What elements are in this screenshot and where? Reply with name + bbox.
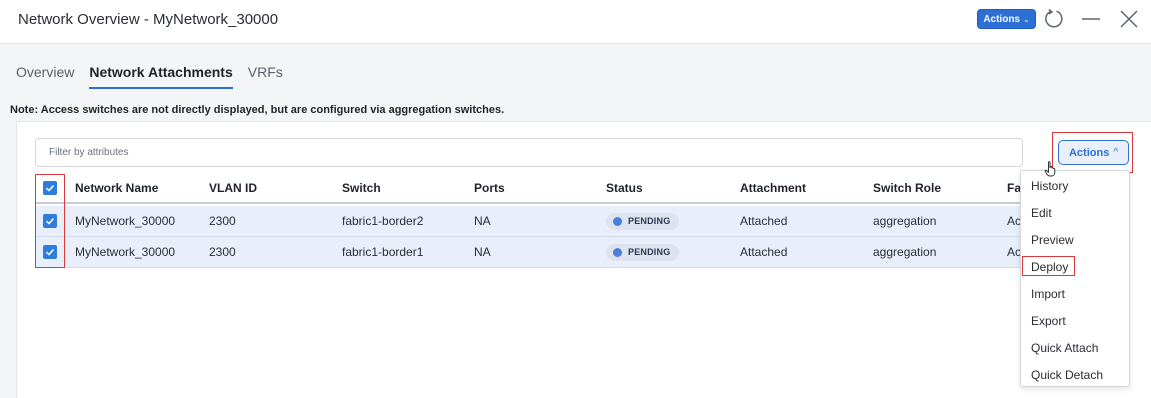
col-switch-role[interactable]: Switch Role [873,181,941,195]
status-dot-icon [613,216,622,226]
chevron-down-icon: ⌄ [1022,14,1030,24]
menu-item-quick-detach[interactable]: Quick Detach [1031,368,1103,382]
cell-ports: NA [474,214,491,228]
cell-switch: fabric1-border2 [342,214,424,228]
col-status[interactable]: Status [606,181,643,195]
close-icon[interactable] [1117,7,1141,31]
table-row[interactable]: MyNetwork_30000 2300 fabric1-border1 NA … [35,237,1033,268]
cell-network-name: MyNetwork_30000 [75,245,176,259]
status-dot-icon [613,247,622,257]
col-switch[interactable]: Switch [342,181,381,195]
menu-item-import[interactable]: Import [1031,287,1065,301]
menu-item-export[interactable]: Export [1031,314,1066,328]
menu-item-edit[interactable]: Edit [1031,206,1052,220]
actions-menu: History Edit Preview Deploy Import Expor… [1020,170,1130,387]
menu-item-preview[interactable]: Preview [1031,233,1074,247]
tab-overview[interactable]: Overview [16,64,74,89]
cell-status: PENDING [606,243,680,261]
col-ports[interactable]: Ports [474,181,505,195]
filter-input[interactable] [35,138,1023,167]
cell-status: PENDING [606,212,680,230]
page-title: Network Overview - MyNetwork_30000 [18,11,279,28]
hand-cursor-icon [1044,161,1056,177]
cell-attachment: Attached [740,245,788,259]
cell-switch-role: aggregation [873,245,937,259]
status-badge: PENDING [606,212,680,230]
cell-switch: fabric1-border1 [342,245,424,259]
menu-item-history[interactable]: History [1031,179,1068,193]
actions-highlight-box [1052,132,1133,173]
tab-vrfs[interactable]: VRFs [248,64,283,89]
table-header: Network Name VLAN ID Switch Ports Status… [35,174,1033,204]
cell-ports: NA [474,245,491,259]
checkbox-highlight-box [35,174,65,268]
tab-network-attachments[interactable]: Network Attachments [89,64,233,89]
col-network-name[interactable]: Network Name [75,181,158,195]
tab-bar: Overview Network Attachments VRFs [16,64,283,89]
table-row[interactable]: MyNetwork_30000 2300 fabric1-border2 NA … [35,206,1033,237]
col-vlan-id[interactable]: VLAN ID [209,181,257,195]
col-attachment[interactable]: Attachment [740,181,806,195]
status-badge: PENDING [606,243,680,261]
cell-switch-role: aggregation [873,214,937,228]
cell-vlan-id: 2300 [209,245,236,259]
deploy-highlight-box [1022,256,1075,276]
header-actions-label: Actions [983,13,1020,25]
cell-attachment: Attached [740,214,788,228]
attachments-card: Actions ^ Network Name VLAN ID Switch Po… [16,121,1151,398]
note-text: Note: Access switches are not directly d… [10,104,505,116]
modal-header: Network Overview - MyNetwork_30000 Actio… [0,0,1151,44]
menu-item-quick-attach[interactable]: Quick Attach [1031,341,1098,355]
header-actions-button[interactable]: Actions ⌄ [977,9,1036,29]
cell-vlan-id: 2300 [209,214,236,228]
status-label: PENDING [628,216,671,226]
cell-network-name: MyNetwork_30000 [75,214,176,228]
minimize-icon[interactable] [1079,7,1103,31]
refresh-icon[interactable] [1042,7,1066,31]
status-label: PENDING [628,247,671,257]
